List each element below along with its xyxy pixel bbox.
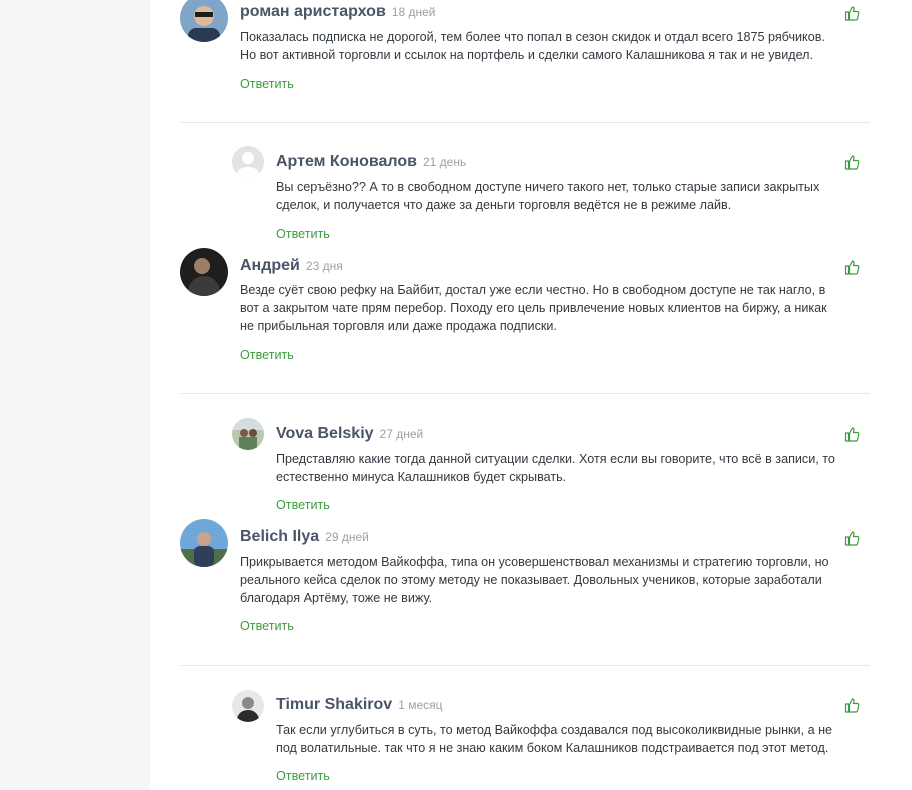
avatar[interactable] [232,146,264,178]
comment-date: 18 дней [391,5,436,19]
comment: Belich Ilya 29 дней Прикрывается методом … [180,519,870,639]
comment-text: Показалась подписка не дорогой, тем боле… [240,30,825,62]
comment-date: 1 месяц [398,698,443,712]
comment-author[interactable]: Андрей 23 дня [240,256,343,276]
like-icon[interactable] [844,259,860,275]
comment-text: Представляю какие тогда данной ситуации … [276,452,835,484]
avatar[interactable] [180,0,228,42]
comment-text: Вы серъёзно?? А то в свободном доступе н… [276,180,820,212]
comment-author[interactable]: Timur Shakirov 1 месяц [276,695,443,715]
comment-date: 23 дня [305,259,343,273]
avatar[interactable] [180,248,228,296]
like-icon[interactable] [844,697,860,713]
comment: роман аристархов 18 дней Показалась подпи… [180,0,870,100]
comment-reply: Vova Belskiy 27 дней Представляю какие то… [232,418,870,518]
comment-date: 27 дней [379,427,424,441]
comment-text: Так если углубиться в суть, то метод Вай… [276,723,833,755]
like-icon[interactable] [844,530,860,546]
comment-author[interactable]: Vova Belskiy 27 дней [276,424,423,444]
comment-author[interactable]: Belich Ilya 29 дней [240,527,369,547]
like-icon[interactable] [844,154,860,170]
thread-divider [180,122,870,123]
thread-divider [180,393,870,394]
comment-text: Везде суёт свою рефку на Байбит, достал … [240,283,827,333]
avatar[interactable] [180,519,228,567]
comment-reply: Timur Shakirov 1 месяц Так если углубитьс… [232,690,870,790]
comment-reply: Артем Коновалов 21 день Вы серъёзно?? А т… [232,146,870,246]
comment-date: 29 дней [325,530,369,544]
reply-link[interactable]: Ответить [276,768,330,784]
comments-panel [150,0,912,790]
reply-link[interactable]: Ответить [240,618,294,634]
like-icon[interactable] [844,5,860,21]
reply-link[interactable]: Ответить [276,226,330,242]
comment-author[interactable]: роман аристархов 18 дней [240,2,435,22]
thread-divider [180,665,870,666]
reply-link[interactable]: Ответить [240,76,294,92]
comment-author[interactable]: Артем Коновалов 21 день [276,152,466,172]
avatar[interactable] [232,418,264,450]
reply-link[interactable]: Ответить [276,497,330,513]
comment: Андрей 23 дня Везде суёт свою рефку на Ба… [180,248,870,368]
reply-link[interactable]: Ответить [240,347,294,363]
like-icon[interactable] [844,426,860,442]
avatar[interactable] [232,690,264,722]
comment-date: 21 день [422,155,467,169]
comment-text: Прикрывается методом Вайкоффа, типа он у… [240,555,829,605]
